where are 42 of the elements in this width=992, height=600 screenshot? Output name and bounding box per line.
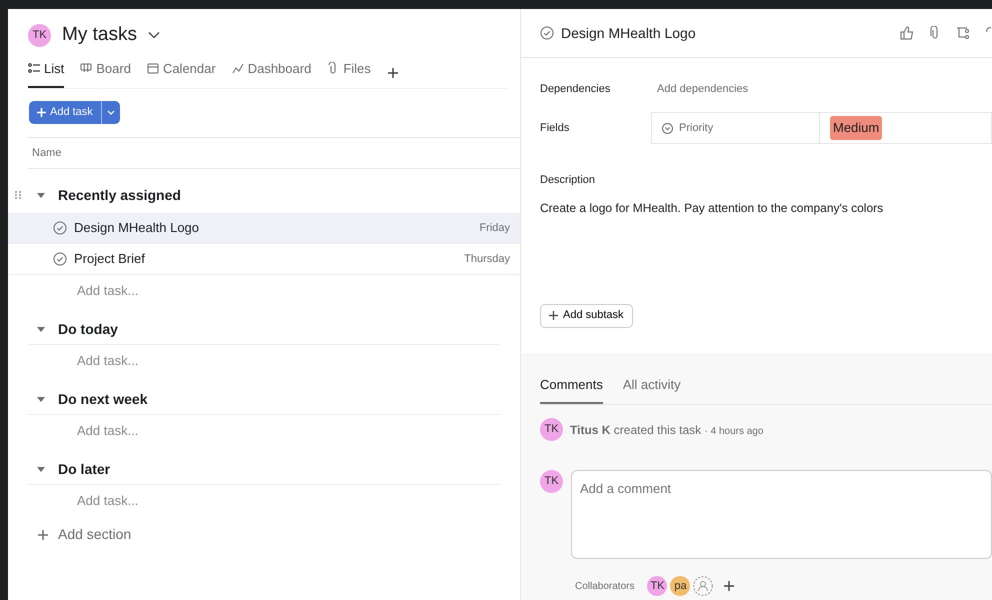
description-text: Create a logo for MHealth. Pay attention to the company's colors — [540, 200, 884, 216]
add-task-link[interactable]: Add task... — [8, 415, 144, 446]
due-date: Friday — [479, 220, 510, 236]
collaborator-avatar[interactable]: pa — [670, 576, 690, 596]
due-date: Thursday — [464, 252, 510, 267]
task-row[interactable]: Project Brief Thursday — [8, 244, 520, 275]
collaborator-avatar[interactable]: TK — [647, 576, 668, 596]
field-name: Priority — [679, 120, 714, 136]
collaborators-label: Collaborators — [575, 580, 634, 594]
section-title: Do today — [58, 320, 118, 339]
page-title: My tasks — [62, 23, 137, 47]
add-task-link[interactable]: Add task... — [8, 345, 144, 376]
avatar: TK — [540, 470, 563, 493]
view-tab[interactable]: List — [28, 58, 64, 88]
column-header: Name — [32, 146, 62, 161]
activity-tab[interactable]: All activity — [622, 374, 681, 404]
view-tab[interactable]: Calendar — [146, 58, 216, 88]
add-subtask-button[interactable]: Add subtask — [540, 304, 633, 328]
section-title: Recently assigned — [58, 186, 181, 205]
comment-field[interactable]: Add a comment — [571, 470, 992, 559]
section-title: Do next week — [58, 390, 148, 408]
field-label: Fields — [540, 120, 570, 136]
add-task-link[interactable]: Add task... — [8, 485, 144, 516]
task-title: Design MHealth Logo — [561, 24, 697, 43]
task-name: Design MHealth Logo — [74, 219, 200, 238]
view-tab[interactable]: Board — [80, 58, 131, 88]
field-label: Dependencies — [540, 82, 612, 97]
view-tab[interactable]: Files — [327, 58, 371, 88]
avatar: TK — [540, 418, 563, 441]
view-tab[interactable]: Dashboard — [232, 58, 312, 88]
task-row[interactable]: Design MHealth Logo Friday — [8, 213, 520, 244]
section-title: Do later — [58, 460, 110, 478]
add-dependencies-link[interactable]: Add dependencies — [657, 80, 748, 98]
add-section-link[interactable]: Add section — [58, 524, 132, 545]
add-task-button[interactable]: Add task — [29, 101, 101, 124]
activity-tab[interactable]: Comments — [540, 374, 603, 404]
description-label: Description — [540, 173, 596, 188]
priority-tag[interactable]: Medium — [830, 116, 882, 140]
avatar: TK — [28, 24, 51, 47]
task-name: Project Brief — [74, 250, 146, 268]
add-task-link[interactable]: Add task... — [8, 275, 144, 306]
activity-text: Titus K created this task · 4 hours ago — [570, 422, 764, 438]
